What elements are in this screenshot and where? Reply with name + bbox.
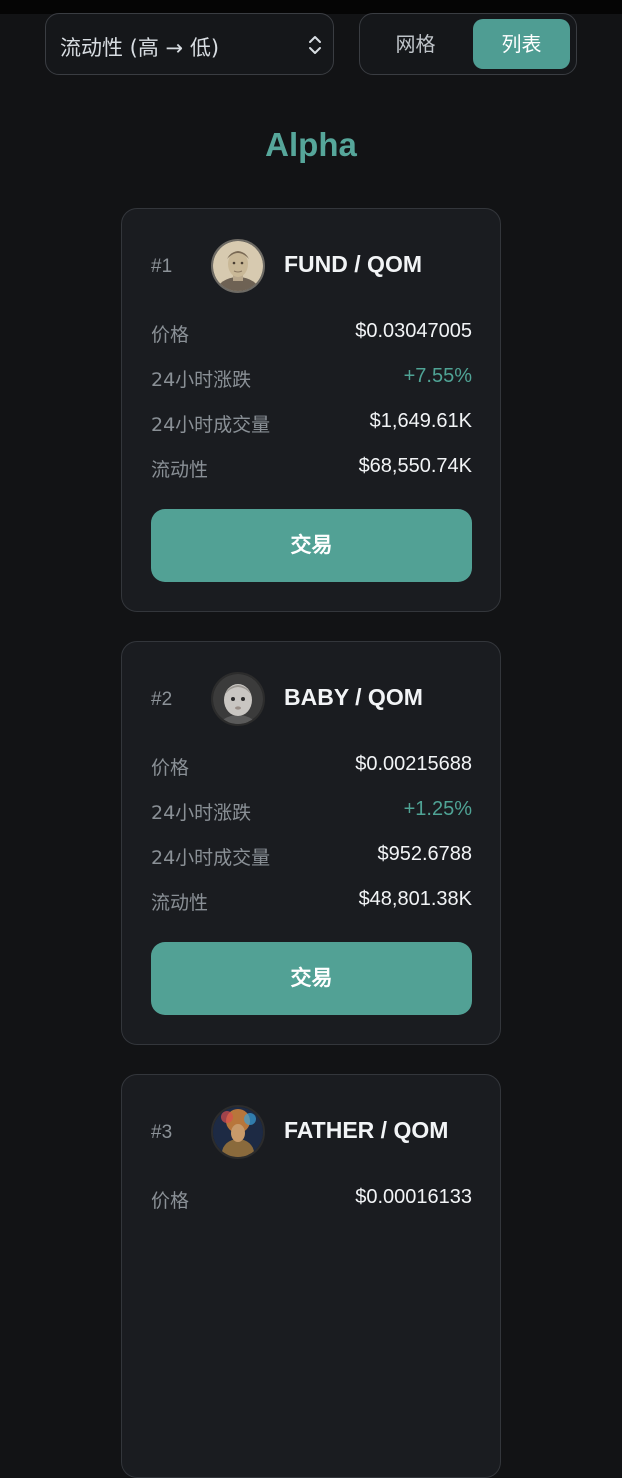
token-pair: FATHER / QOM: [284, 1117, 449, 1143]
volume-label: 24小时成交量: [151, 847, 271, 869]
price-value: $0.03047005: [355, 320, 472, 342]
section-title: Alpha: [265, 126, 357, 163]
token-rank: #1: [151, 256, 173, 277]
change-row: 24小时涨跌 +7.55%: [151, 365, 472, 391]
token-card: #3 FATHER / QOM 价格 $0.00016133: [121, 1074, 501, 1478]
token-card: #1 FUND / QOM 价格 $0.03047005 24小时涨跌 +7.5…: [121, 208, 501, 612]
liquidity-row: 流动性 $68,550.74K: [151, 455, 472, 481]
liquidity-value: $68,550.74K: [358, 455, 472, 477]
change-value: +7.55%: [403, 365, 472, 387]
change-label: 24小时涨跌: [151, 802, 252, 824]
painted-figure-avatar: [211, 1105, 265, 1159]
token-pair: BABY / QOM: [284, 684, 423, 710]
change-row: 24小时涨跌 +1.25%: [151, 798, 472, 824]
toolbar: 流动性 (高 → 低) 网格 列表: [0, 0, 622, 90]
token-pair: FUND / QOM: [284, 251, 422, 277]
liquidity-label: 流动性: [151, 892, 209, 914]
token-rank: #3: [151, 1122, 173, 1143]
price-row: 价格 $0.00016133: [151, 1186, 472, 1212]
view-grid-button[interactable]: 网格: [360, 14, 471, 74]
price-label: 价格: [151, 1190, 190, 1212]
baby-portrait-avatar: [211, 672, 265, 726]
liquidity-label: 流动性: [151, 459, 209, 481]
chevron-up-down-icon: [309, 36, 321, 54]
volume-label: 24小时成交量: [151, 414, 271, 436]
volume-row: 24小时成交量 $1,649.61K: [151, 410, 472, 436]
price-row: 价格 $0.00215688: [151, 753, 472, 779]
token-rank: #2: [151, 689, 173, 710]
price-value: $0.00016133: [355, 1186, 472, 1208]
view-list-button[interactable]: 列表: [473, 19, 570, 69]
sort-select[interactable]: 流动性 (高 → 低): [45, 13, 334, 75]
trade-button[interactable]: 交易: [151, 509, 472, 582]
volume-row: 24小时成交量 $952.6788: [151, 843, 472, 869]
liquidity-value: $48,801.38K: [358, 888, 472, 910]
liquidity-row: 流动性 $48,801.38K: [151, 888, 472, 914]
price-value: $0.00215688: [355, 753, 472, 775]
price-row: 价格 $0.03047005: [151, 320, 472, 346]
trade-button[interactable]: 交易: [151, 942, 472, 1015]
volume-value: $952.6788: [377, 843, 472, 865]
token-card: #2 BABY / QOM 价格 $0.00215688 24小时涨跌 +1.2…: [121, 641, 501, 1045]
change-value: +1.25%: [403, 798, 472, 820]
price-label: 价格: [151, 757, 190, 779]
sort-select-label: 流动性 (高 → 低): [60, 36, 220, 60]
vintage-portrait-avatar: [211, 239, 265, 293]
volume-value: $1,649.61K: [369, 410, 472, 432]
price-label: 价格: [151, 324, 190, 346]
view-toggle: 网格 列表: [359, 13, 577, 75]
change-label: 24小时涨跌: [151, 369, 252, 391]
